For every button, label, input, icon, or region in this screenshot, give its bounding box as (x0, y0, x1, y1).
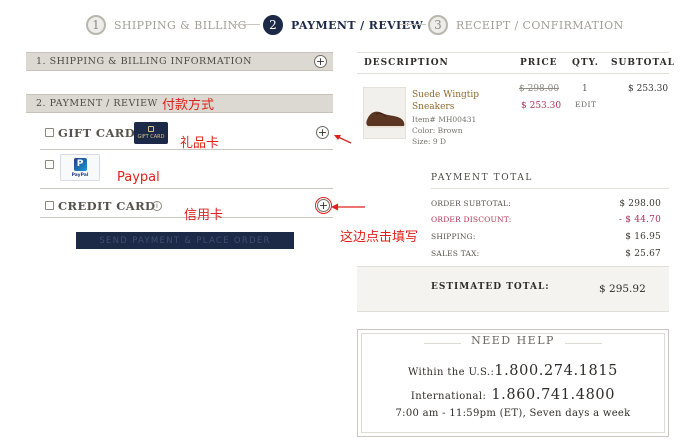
header-subtotal: SUBTOTAL (611, 58, 676, 68)
gift-card-image-text: GIFT CARD (137, 134, 165, 140)
step-receipt-confirmation: 3 RECEIPT / CONFIRMATION (428, 12, 624, 38)
step-label: PAYMENT / REVIEW (291, 18, 424, 32)
header-price: PRICE (520, 58, 558, 68)
support-hours: 7:00 am - 11:59pm (ET), Seven days a wee… (395, 408, 631, 419)
need-help-title: NEED HELP (362, 334, 664, 347)
step-payment-review: 2 PAYMENT / REVIEW (263, 12, 423, 38)
plus-circle-icon[interactable]: + (316, 126, 329, 139)
order-subtotal-row: ORDER SUBTOTAL: $ 298.00 (431, 199, 669, 209)
step-number: 2 (263, 15, 283, 35)
original-price: $ 298.00 (519, 84, 560, 94)
paypal-checkbox[interactable] (45, 160, 54, 169)
row-label: ORDER DISCOUNT: (431, 215, 512, 224)
need-help-inner: NEED HELP Within the U.S.:1.800.274.1815… (361, 333, 665, 433)
estimated-total-value: $ 295.92 (599, 283, 646, 295)
step-shipping-billing[interactable]: 1 SHIPPING & BILLING (86, 12, 247, 38)
shoe-thumbnail[interactable] (363, 87, 406, 139)
step-label: SHIPPING & BILLING (114, 18, 247, 32)
row-value: - $ 44.70 (618, 215, 661, 225)
item-name-link[interactable]: Suede Wingtip Sneakers (412, 89, 492, 113)
section-title: 2. PAYMENT / REVIEW (36, 98, 158, 109)
row-label: SHIPPING: (431, 232, 476, 241)
plus-circle-icon[interactable]: + (314, 55, 327, 68)
intl-phone-link[interactable]: 1.860.741.4800 (491, 387, 615, 403)
row-label: ORDER SUBTOTAL: (431, 199, 511, 208)
credit-card-checkbox[interactable] (45, 201, 54, 210)
row-value: $ 298.00 (619, 199, 661, 209)
shipping-row: SHIPPING: $ 16.95 (431, 232, 669, 242)
annotation-payment-method: 付款方式 (162, 98, 215, 113)
row-value: $ 25.67 (625, 249, 661, 259)
estimated-total-label: ESTIMATED TOTAL: (431, 282, 550, 292)
sale-price: $ 253.30 (521, 101, 562, 111)
red-arrow-icon (334, 135, 352, 144)
item-size: Size: 9 D (412, 137, 447, 146)
send-payment-place-order-button[interactable]: SEND PAYMENT & PLACE ORDER (76, 232, 294, 249)
paypal-logo-text: PayPal (71, 172, 89, 178)
header-description: DESCRIPTION (364, 58, 449, 68)
red-arrow-icon (331, 203, 365, 211)
us-label: Within the U.S.: (408, 367, 495, 378)
item-subtotal: $ 253.30 (628, 84, 669, 94)
us-phone-line: Within the U.S.:1.800.274.1815 (362, 360, 664, 379)
crest-icon (148, 126, 154, 132)
info-icon[interactable]: i (152, 201, 162, 211)
estimated-total-box: ESTIMATED TOTAL: $ 295.92 (357, 266, 669, 312)
cart-header: DESCRIPTION PRICE QTY. SUBTOTAL (357, 52, 674, 74)
step-divider (232, 24, 260, 25)
paypal-logo: P PayPal (60, 154, 100, 181)
annotation-paypal: Paypal (117, 170, 160, 185)
intl-label: International: (410, 391, 487, 402)
annotation-gift-card: 礼品卡 (180, 136, 220, 151)
section-shipping-billing[interactable]: 1. SHIPPING & BILLING INFORMATION + (26, 52, 333, 71)
step-label: RECEIPT / CONFIRMATION (456, 18, 624, 32)
annotation-credit-card: 信用卡 (184, 208, 224, 223)
need-help-box: NEED HELP Within the U.S.:1.800.274.1815… (357, 329, 669, 437)
item-color: Color: Brown (412, 126, 463, 135)
intl-phone-line: International: 1.860.741.4800 (362, 384, 664, 403)
step-number: 1 (86, 15, 106, 35)
step-divider (400, 24, 426, 25)
row-label: SALES TAX: (431, 249, 480, 258)
annotation-click-here: 这边点击填写 (340, 230, 419, 245)
item-quantity: 1 (582, 84, 588, 94)
gift-card-label: GIFT CARD (58, 126, 136, 140)
credit-card-label: CREDIT CARD (58, 199, 156, 213)
divider (431, 188, 669, 189)
checkout-steps: 1 SHIPPING & BILLING 2 PAYMENT / REVIEW … (86, 12, 626, 38)
header-qty: QTY. (572, 58, 599, 68)
payment-option-paypal: P PayPal (40, 152, 333, 189)
gift-card-checkbox[interactable] (45, 128, 54, 137)
cart-item: Suede Wingtip Sneakers Item# MH00431 Col… (357, 76, 669, 156)
need-help-title-text: NEED HELP (461, 334, 565, 347)
plus-circle-icon[interactable]: + (315, 197, 332, 214)
order-discount-row: ORDER DISCOUNT: - $ 44.70 (431, 215, 669, 225)
item-number: Item# MH00431 (412, 115, 477, 124)
gift-card-image: GIFT CARD (134, 122, 168, 144)
sales-tax-row: SALES TAX: $ 25.67 (431, 249, 669, 259)
section-title: 1. SHIPPING & BILLING INFORMATION (36, 56, 252, 67)
step-number: 3 (428, 15, 448, 35)
us-phone-link[interactable]: 1.800.274.1815 (494, 363, 618, 379)
paypal-p-icon: P (73, 157, 87, 171)
payment-total-title: PAYMENT TOTAL (431, 173, 533, 183)
row-value: $ 16.95 (625, 232, 661, 242)
shoe-icon (366, 111, 405, 128)
edit-link[interactable]: EDIT (575, 100, 596, 109)
